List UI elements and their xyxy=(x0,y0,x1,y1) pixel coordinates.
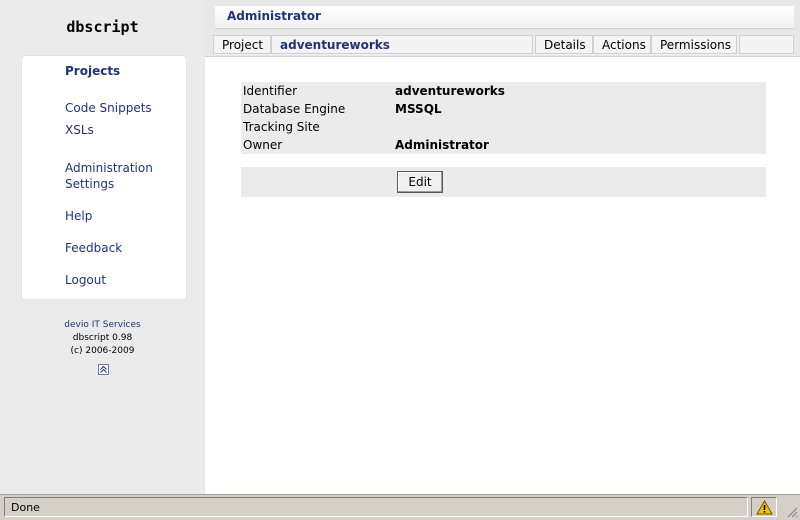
app-brand: dbscript xyxy=(66,18,139,36)
tab-permissions[interactable]: Permissions xyxy=(651,35,737,54)
property-row-identifier: Identifier adventureworks xyxy=(243,82,763,100)
nav-link-xsls[interactable]: XSLs xyxy=(65,122,94,138)
tab-project-name[interactable]: adventureworks xyxy=(271,35,533,54)
nav-link-settings[interactable]: Settings xyxy=(65,176,114,192)
property-value: Administrator xyxy=(395,138,489,152)
property-label: Tracking Site xyxy=(243,120,320,134)
nav-link-projects[interactable]: Projects xyxy=(65,63,120,79)
nav-link-code-snippets[interactable]: Code Snippets xyxy=(65,100,152,116)
header-bar: Administrator xyxy=(215,6,794,29)
resize-grip-icon[interactable] xyxy=(786,506,798,518)
edit-button[interactable]: Edit xyxy=(397,171,443,193)
action-panel: Edit xyxy=(241,167,766,197)
property-label: Owner xyxy=(243,138,283,152)
status-text: Done xyxy=(11,501,40,514)
tab-bar: Project adventureworks Details Actions P… xyxy=(213,35,794,55)
project-properties: Identifier adventureworks Database Engin… xyxy=(241,82,766,154)
credits: devio IT Services dbscript 0.98 (c) 2006… xyxy=(0,319,205,358)
main-navigation: Projects Code Snippets XSLs Administrati… xyxy=(22,56,186,299)
property-value: MSSQL xyxy=(395,102,442,116)
main-content: Identifier adventureworks Database Engin… xyxy=(205,56,800,495)
tab-project-label: Project xyxy=(213,35,271,54)
property-row-database-engine: Database Engine MSSQL xyxy=(243,100,763,118)
company-link[interactable]: devio IT Services xyxy=(0,319,205,332)
tab-details[interactable]: Details xyxy=(535,35,593,54)
status-text-panel: Done xyxy=(4,497,748,517)
nav-link-feedback[interactable]: Feedback xyxy=(65,240,122,256)
property-label: Identifier xyxy=(243,84,298,98)
property-row-tracking-site: Tracking Site xyxy=(243,118,763,136)
version-text: dbscript 0.98 xyxy=(72,333,133,343)
nav-link-logout[interactable]: Logout xyxy=(65,272,106,288)
warning-icon xyxy=(756,500,773,515)
left-sidebar: dbscript Projects Code Snippets XSLs Adm… xyxy=(0,0,205,494)
copyright-text: (c) 2006-2009 xyxy=(70,346,135,356)
tab-empty xyxy=(739,35,794,54)
nav-link-administration[interactable]: Administration xyxy=(65,160,153,176)
nav-link-help[interactable]: Help xyxy=(65,208,92,224)
scroll-top-icon[interactable] xyxy=(98,364,109,375)
tab-actions[interactable]: Actions xyxy=(593,35,651,54)
property-label: Database Engine xyxy=(243,102,346,116)
page-title: Administrator xyxy=(227,9,321,23)
property-row-owner: Owner Administrator xyxy=(243,136,763,154)
status-bar: Done xyxy=(0,494,800,520)
status-warning-panel[interactable] xyxy=(751,497,777,517)
property-value: adventureworks xyxy=(395,84,505,98)
